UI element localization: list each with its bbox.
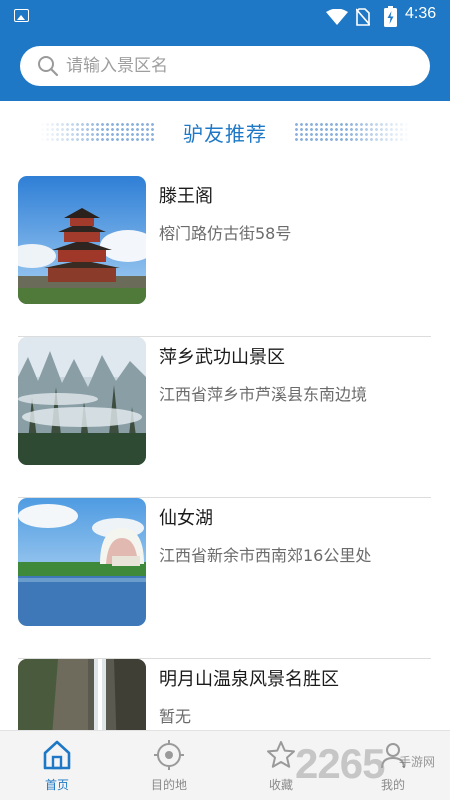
list-item[interactable]: 仙女湖 江西省新余市西南郊16公里处 xyxy=(18,498,431,659)
dot-pattern-right xyxy=(294,122,410,142)
battery-charging-icon xyxy=(384,6,397,27)
search-bar[interactable] xyxy=(20,46,430,86)
dot-pattern-left xyxy=(40,122,156,142)
clock: 4:36 xyxy=(405,5,437,22)
search-input[interactable] xyxy=(66,52,406,80)
section-header: 驴友推荐 xyxy=(0,113,450,151)
spot-name: 明月山温泉风景名胜区 xyxy=(159,669,339,690)
tab-label: 目的地 xyxy=(150,778,187,792)
status-bar: 4:36 xyxy=(0,0,450,33)
image-icon xyxy=(14,9,29,22)
spot-name: 萍乡武功山景区 xyxy=(159,347,285,368)
tab-label: 首页 xyxy=(44,778,69,792)
spot-thumbnail xyxy=(18,337,146,465)
spot-name: 仙女湖 xyxy=(159,508,213,529)
target-icon xyxy=(154,740,184,770)
watermark-logo: 2265 手游网 xyxy=(295,738,450,794)
home-icon xyxy=(43,740,71,770)
tab-destination[interactable]: 目的地 xyxy=(124,731,214,800)
spot-address: 榕门路仿古街58号 xyxy=(159,224,292,243)
spot-thumbnail xyxy=(18,176,146,304)
watermark-number: 2265 xyxy=(295,740,385,787)
spot-name: 滕王阁 xyxy=(159,186,213,207)
header xyxy=(0,33,450,101)
wifi-icon xyxy=(326,9,348,25)
star-icon xyxy=(267,741,295,768)
no-sim-icon xyxy=(356,8,370,26)
search-icon xyxy=(38,56,59,77)
list-item[interactable]: 滕王阁 榕门路仿古街58号 xyxy=(18,176,431,337)
spot-thumbnail xyxy=(18,498,146,626)
section-title: 驴友推荐 xyxy=(183,122,267,146)
spot-address: 暂无 xyxy=(159,707,192,726)
list-item[interactable]: 萍乡武功山景区 江西省萍乡市芦溪县东南边境 xyxy=(18,337,431,498)
spot-address: 江西省萍乡市芦溪县东南边境 xyxy=(159,385,368,404)
watermark-text: 手游网 xyxy=(399,755,436,769)
tab-home[interactable]: 首页 xyxy=(12,731,102,800)
spot-address: 江西省新余市西南郊16公里处 xyxy=(159,546,372,565)
